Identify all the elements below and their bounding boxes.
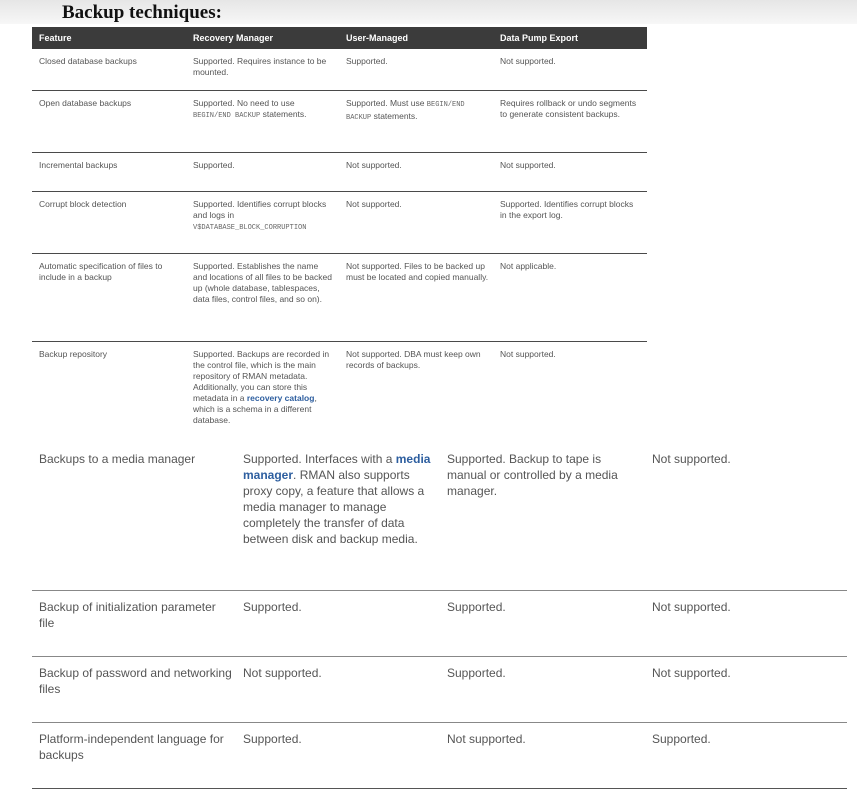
cell-pump: Requires rollback or undo segments to ge…: [500, 98, 637, 119]
cell-feature: Automatic specification of files to incl…: [39, 261, 163, 282]
row-divider: [32, 590, 847, 591]
text: Supported. Must use: [346, 98, 427, 108]
cell-rman: Supported. Requires instance to be mount…: [193, 56, 327, 77]
cell-pump: Supported. Identifies corrupt blocks in …: [500, 199, 634, 220]
cell-user: Supported. Backup to tape is manual or c…: [447, 452, 618, 498]
cell-user: Not supported. Files to be backed up mus…: [346, 261, 489, 282]
cell-pump: Not supported.: [500, 56, 556, 66]
header-user-managed: User-Managed: [346, 33, 409, 43]
table-row: Closed database backups Supported. Requi…: [32, 49, 647, 91]
text: Supported. Interfaces with a: [243, 452, 396, 466]
cell-user: Supported.: [447, 600, 506, 614]
cell-rman: Supported. Backups are recorded in the c…: [193, 349, 333, 426]
cell-pump: Supported.: [652, 732, 711, 746]
cell-pump: Not applicable.: [500, 261, 557, 271]
cell-user: Not supported. DBA must keep own records…: [346, 349, 481, 370]
cell-pump: Not supported.: [652, 452, 731, 466]
cell-user: Not supported.: [447, 732, 526, 746]
cell-feature: Closed database backups: [39, 56, 137, 66]
recovery-catalog-link[interactable]: recovery catalog: [247, 393, 315, 403]
table-row: Incremental backups Supported. Not suppo…: [32, 153, 647, 192]
cell-rman: Not supported.: [243, 666, 322, 680]
text: statements.: [260, 109, 307, 119]
header-recovery-manager: Recovery Manager: [193, 33, 274, 43]
cell-pump: Not supported.: [652, 600, 731, 614]
cell-user: Supported. Must use BEGIN/END BACKUP sta…: [346, 98, 489, 124]
text: Supported. Identifies corrupt blocks and…: [193, 199, 327, 220]
table-row: Open database backups Supported. No need…: [32, 91, 647, 153]
cell-feature: Backup of initialization parameter file: [39, 600, 216, 630]
table-row: Corrupt block detection Supported. Ident…: [32, 192, 647, 254]
cell-feature: Open database backups: [39, 98, 132, 108]
cell-user: Supported.: [447, 666, 506, 680]
table-row: Backup repository Supported. Backups are…: [32, 342, 647, 437]
cell-feature: Backup of password and networking files: [39, 666, 232, 696]
cell-pump: Not supported.: [652, 666, 731, 680]
cell-rman: Supported.: [243, 732, 302, 746]
page-title: Backup techniques:: [62, 2, 222, 23]
cell-user: Not supported.: [346, 199, 402, 209]
cell-user: Not supported.: [346, 160, 402, 170]
header-feature: Feature: [39, 33, 72, 43]
cell-user: Supported.: [346, 56, 388, 66]
cell-rman: Supported.: [243, 600, 302, 614]
header-data-pump-export: Data Pump Export: [500, 33, 579, 43]
table-row: Automatic specification of files to incl…: [32, 254, 647, 342]
cell-feature: Backups to a media manager: [39, 452, 196, 466]
code-text: BEGIN/END BACKUP: [193, 112, 261, 120]
cell-feature: Corrupt block detection: [39, 199, 127, 209]
cell-feature: Platform-independent language for backup…: [39, 732, 224, 762]
small-table: Feature Recovery Manager User-Managed Da…: [32, 27, 647, 437]
row-divider: [32, 788, 847, 789]
row-divider: [32, 656, 847, 657]
text: Supported. No need to use: [193, 98, 295, 108]
cell-pump: Not supported.: [500, 160, 556, 170]
table-header: Feature Recovery Manager User-Managed Da…: [32, 27, 647, 49]
row-divider: [32, 722, 847, 723]
cell-rman: Supported. Interfaces with a media manag…: [243, 451, 433, 547]
cell-rman: Supported. Identifies corrupt blocks and…: [193, 199, 333, 234]
cell-rman: Supported. No need to use BEGIN/END BACK…: [193, 98, 333, 122]
text: statements.: [371, 111, 418, 121]
cell-feature: Backup repository: [39, 349, 108, 359]
cell-feature: Incremental backups: [39, 160, 118, 170]
cell-pump: Not supported.: [500, 349, 556, 359]
code-text: V$DATABASE_BLOCK_CORRUPTION: [193, 224, 307, 232]
cell-rman: Supported. Establishes the name and loca…: [193, 261, 332, 304]
cell-rman: Supported.: [193, 160, 235, 170]
